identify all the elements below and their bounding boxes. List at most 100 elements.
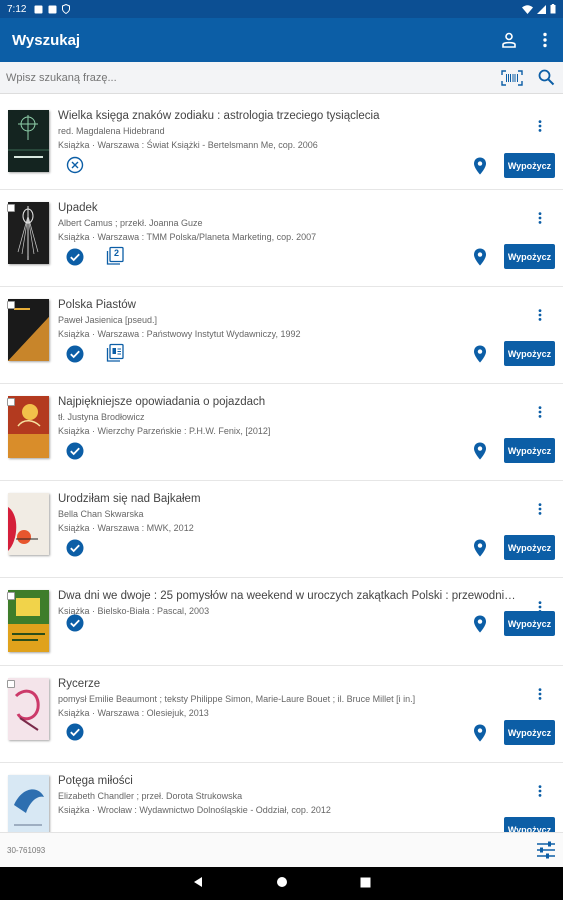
nav-back-button[interactable] [192,875,204,893]
result-author: tł. Justyna Brodłowicz [58,412,145,422]
borrow-button[interactable]: Wypożycz [504,438,555,463]
result-details: Książka · Warszawa : MWK, 2012 [58,523,194,533]
list-item[interactable]: Potęga miłości Elizabeth Chandler ; prze… [0,763,563,832]
list-item[interactable]: Upadek Albert Camus ; przekł. Joanna Guz… [0,190,563,287]
location-pin-icon[interactable] [473,615,487,633]
select-checkbox[interactable] [7,204,15,212]
nav-home-button[interactable] [276,875,288,893]
item-more-button[interactable] [532,117,548,135]
more-vert-icon [538,785,542,797]
available-check-icon [66,248,84,266]
result-author: Bella Chan Skwarska [58,509,144,519]
system-icons [522,4,556,14]
select-checkbox[interactable] [7,592,15,600]
result-author: Elizabeth Chandler ; przeł. Dorota Struk… [58,791,243,801]
location-pin-icon[interactable] [473,345,487,363]
result-title: Rycerze [58,678,101,690]
list-item[interactable]: Urodziłam się nad Bajkałem Bella Chan Sk… [0,481,563,578]
battery-icon [550,4,556,14]
result-title: Urodziłam się nad Bajkałem [58,493,201,505]
home-circle-icon [277,876,287,887]
results-count: 30-761093 [7,845,46,855]
notification-icons [34,4,71,14]
results-footer: 30-761093 [0,832,563,867]
borrow-button[interactable]: Wypożycz [504,720,555,745]
list-item[interactable]: Najpiękniejsze opowiadania o pojazdach t… [0,384,563,481]
available-check-icon [66,539,84,557]
result-details: Książka · Wierzchy Parzeńskie : P.H.W. F… [58,426,271,436]
filter-settings-icon [537,841,555,859]
overflow-menu-button[interactable] [527,22,563,58]
result-title: Potęga miłości [58,775,133,787]
list-item[interactable]: Dwa dni we dwoje : 25 pomysłów na weeken… [0,578,563,666]
more-vert-icon [538,212,542,224]
more-vert-icon [543,32,547,48]
borrow-button[interactable]: Wypożycz [504,817,555,832]
result-author: pomysł Emilie Beaumont ; teksty Philippe… [58,694,416,704]
result-title: Dwa dni we dwoje : 25 pomysłów na weeken… [58,590,520,602]
filter-button[interactable] [529,833,563,867]
location-pin-icon[interactable] [473,724,487,742]
nav-recents-button[interactable] [360,875,371,893]
search-button[interactable] [529,62,563,94]
search-icon [538,69,554,86]
select-checkbox[interactable] [7,301,15,309]
location-pin-icon[interactable] [473,442,487,460]
search-input[interactable] [6,71,495,84]
more-vert-icon [538,120,542,132]
result-details: Książka · Wrocław : Wydawnictwo Dolnoślą… [58,805,331,815]
series-icon [105,343,125,363]
system-nav-bar [0,867,563,900]
item-more-button[interactable] [532,209,548,227]
results-list: Wielka księga znaków zodiaku : astrologi… [0,98,563,832]
borrow-button[interactable]: Wypożycz [504,341,555,366]
notification-icon [34,5,43,13]
item-more-button[interactable] [532,306,548,324]
book-cover [8,493,49,555]
item-more-button[interactable] [532,403,548,421]
shield-icon [62,4,71,14]
result-details: Książka · Warszawa : Świat Książki - Ber… [58,140,318,150]
page-title: Wyszukaj [12,31,81,49]
result-author: red. Magdalena Hidebrand [58,126,165,136]
borrow-button[interactable]: Wypożycz [504,611,555,636]
more-vert-icon [538,309,542,321]
unavailable-icon [66,156,84,174]
status-time: 7:12 [7,3,27,15]
item-more-button[interactable] [532,500,548,518]
list-item[interactable]: Rycerze pomysł Emilie Beaumont ; teksty … [0,666,563,763]
recents-square-icon [360,877,371,887]
list-item[interactable]: Polska Piastów Paweł Jasienica [pseud.] … [0,287,563,384]
available-check-icon [66,614,84,632]
available-check-icon [66,345,84,363]
borrow-button[interactable]: Wypożycz [504,535,555,560]
location-pin-icon[interactable] [473,539,487,557]
result-author: Paweł Jasienica [pseud.] [58,315,158,325]
account-icon [502,32,516,48]
result-details: Książka · Bielsko-Biała : Pascal, 2003 [58,606,210,616]
result-details: Książka · Warszawa : Państwowy Instytut … [58,329,301,339]
book-cover [8,110,49,172]
copies-count-icon: 2 [105,246,125,266]
search-bar [0,62,563,94]
location-pin-icon[interactable] [473,248,487,266]
app-screen: 7:12 Wyszukaj Wpisz szukaną frazę... Wie… [0,0,563,900]
barcode-scan-icon [501,69,523,86]
item-more-button[interactable] [532,782,548,800]
available-check-icon [66,723,84,741]
borrow-button[interactable]: Wypożycz [504,244,555,269]
more-vert-icon [538,688,542,700]
account-button[interactable] [491,22,527,58]
more-vert-icon [538,503,542,515]
barcode-scan-button[interactable] [495,62,529,94]
item-more-button[interactable] [532,685,548,703]
select-checkbox[interactable] [7,680,15,688]
more-vert-icon [538,406,542,418]
borrow-button[interactable]: Wypożycz [504,153,555,178]
signal-icon [537,4,546,14]
select-checkbox[interactable] [7,398,15,406]
location-pin-icon[interactable] [473,157,487,175]
list-item[interactable]: Wielka księga znaków zodiaku : astrologi… [0,98,563,190]
available-check-icon [66,442,84,460]
book-cover [8,775,49,832]
